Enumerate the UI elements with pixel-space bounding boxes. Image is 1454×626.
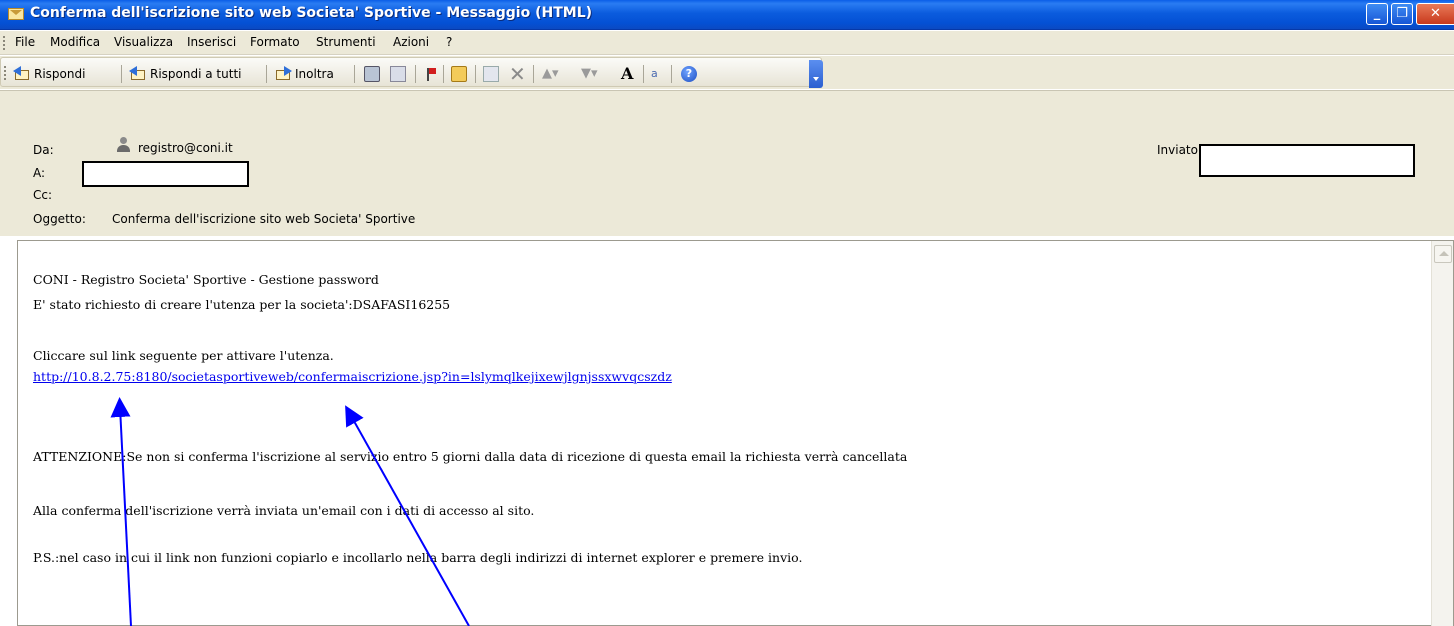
- reply-button[interactable]: Rispondi: [13, 64, 85, 84]
- subject-label: Oggetto:: [33, 212, 86, 226]
- body-line-instruction: Cliccare sul link seguente per attivare …: [33, 348, 334, 363]
- menu-azioni[interactable]: Azioni: [393, 35, 429, 49]
- message-envelope-icon: [8, 8, 24, 20]
- forward-label: Inoltra: [295, 67, 334, 81]
- from-value[interactable]: registro@coni.it: [138, 141, 233, 155]
- reply-all-icon: [129, 66, 147, 82]
- help-icon[interactable]: ?: [681, 66, 697, 82]
- reply-all-label: Rispondi a tutti: [150, 67, 242, 81]
- standard-toolbar: Rispondi Rispondi a tutti Inoltra ✕ ▲▾ ▼…: [0, 56, 1454, 89]
- print-icon[interactable]: [364, 66, 380, 82]
- translate-icon[interactable]: a: [651, 66, 667, 82]
- delete-icon[interactable]: ✕: [509, 64, 526, 84]
- body-line-request: E' stato richiesto di creare l'utenza pe…: [33, 297, 451, 312]
- body-line-confirmation: Alla conferma dell'iscrizione verrà invi…: [33, 503, 535, 518]
- help-glyph: ?: [685, 67, 693, 80]
- reply-icon: [13, 66, 31, 82]
- toolbar-separator: [443, 65, 444, 83]
- body-line-title: CONI - Registro Societa' Sportive - Gest…: [33, 272, 379, 287]
- menu-help[interactable]: ?: [446, 35, 452, 49]
- menu-modifica[interactable]: Modifica: [50, 35, 100, 49]
- next-item-icon[interactable]: ▼▾: [581, 66, 598, 82]
- scroll-up-arrow-icon[interactable]: [1434, 245, 1452, 263]
- menu-visualizza[interactable]: Visualizza: [114, 35, 173, 49]
- sent-label: Inviato:: [1157, 143, 1203, 157]
- menu-inserisci[interactable]: Inserisci: [187, 35, 236, 49]
- previous-item-icon[interactable]: ▲▾: [542, 66, 559, 82]
- copy-to-folder-icon[interactable]: [483, 66, 499, 82]
- font-size-icon[interactable]: A: [621, 66, 637, 82]
- translate-glyph: a: [651, 67, 658, 80]
- move-to-folder-icon[interactable]: [451, 66, 467, 82]
- toolbar-separator: [121, 65, 122, 83]
- menu-formato[interactable]: Formato: [250, 35, 300, 49]
- forward-icon: [274, 66, 292, 82]
- menu-file[interactable]: File: [15, 35, 35, 49]
- subject-value: Conferma dell'iscrizione sito web Societ…: [112, 212, 416, 226]
- to-label: A:: [33, 166, 46, 180]
- activation-link[interactable]: http://10.8.2.75:8180/societasportiveweb…: [33, 369, 672, 384]
- reply-label: Rispondi: [34, 67, 86, 81]
- body-line-warning: ATTENZIONE:Se non si conferma l'iscrizio…: [33, 449, 908, 464]
- toolbar-separator: [533, 65, 534, 83]
- vertical-scrollbar[interactable]: [1431, 241, 1453, 626]
- message-header: Da: registro@coni.it A: Cc: Oggetto: Con…: [0, 90, 1454, 236]
- menu-strumenti[interactable]: Strumenti: [316, 35, 376, 49]
- body-line-ps: P.S.:nel caso in cui il link non funzion…: [33, 550, 803, 565]
- maximize-button[interactable]: ❐: [1391, 3, 1413, 25]
- sender-contact-icon: [116, 137, 132, 153]
- sent-date-redacted: [1199, 144, 1415, 177]
- cc-label: Cc:: [33, 188, 53, 202]
- toolbar-separator: [354, 65, 355, 83]
- title-bar: Conferma dell'iscrizione sito web Societ…: [0, 0, 1454, 30]
- reply-all-button[interactable]: Rispondi a tutti: [129, 64, 241, 84]
- toolbar-separator: [415, 65, 416, 83]
- toolbar-grip[interactable]: [4, 66, 6, 80]
- from-label: Da:: [33, 143, 54, 157]
- copy-icon[interactable]: [390, 66, 406, 82]
- toolbar-strip: Rispondi Rispondi a tutti Inoltra ✕ ▲▾ ▼…: [0, 57, 823, 88]
- minimize-button[interactable]: _: [1366, 3, 1388, 25]
- follow-up-flag-icon[interactable]: [422, 66, 438, 82]
- toolbar-separator: [475, 65, 476, 83]
- toolbar-options-chevron-icon[interactable]: [809, 60, 823, 88]
- toolbar-separator: [671, 65, 672, 83]
- forward-button[interactable]: Inoltra: [274, 64, 334, 84]
- toolbar-separator: [266, 65, 267, 83]
- toolbar-separator: [643, 65, 644, 83]
- message-body[interactable]: CONI - Registro Societa' Sportive - Gest…: [17, 240, 1454, 626]
- close-button[interactable]: ✕: [1416, 3, 1454, 25]
- window-title: Conferma dell'iscrizione sito web Societ…: [30, 5, 593, 21]
- menu-grip[interactable]: [3, 36, 5, 50]
- font-size-glyph: A: [621, 64, 634, 83]
- to-recipient-redacted[interactable]: [82, 161, 249, 187]
- menu-bar: File Modifica Visualizza Inserisci Forma…: [0, 31, 1454, 55]
